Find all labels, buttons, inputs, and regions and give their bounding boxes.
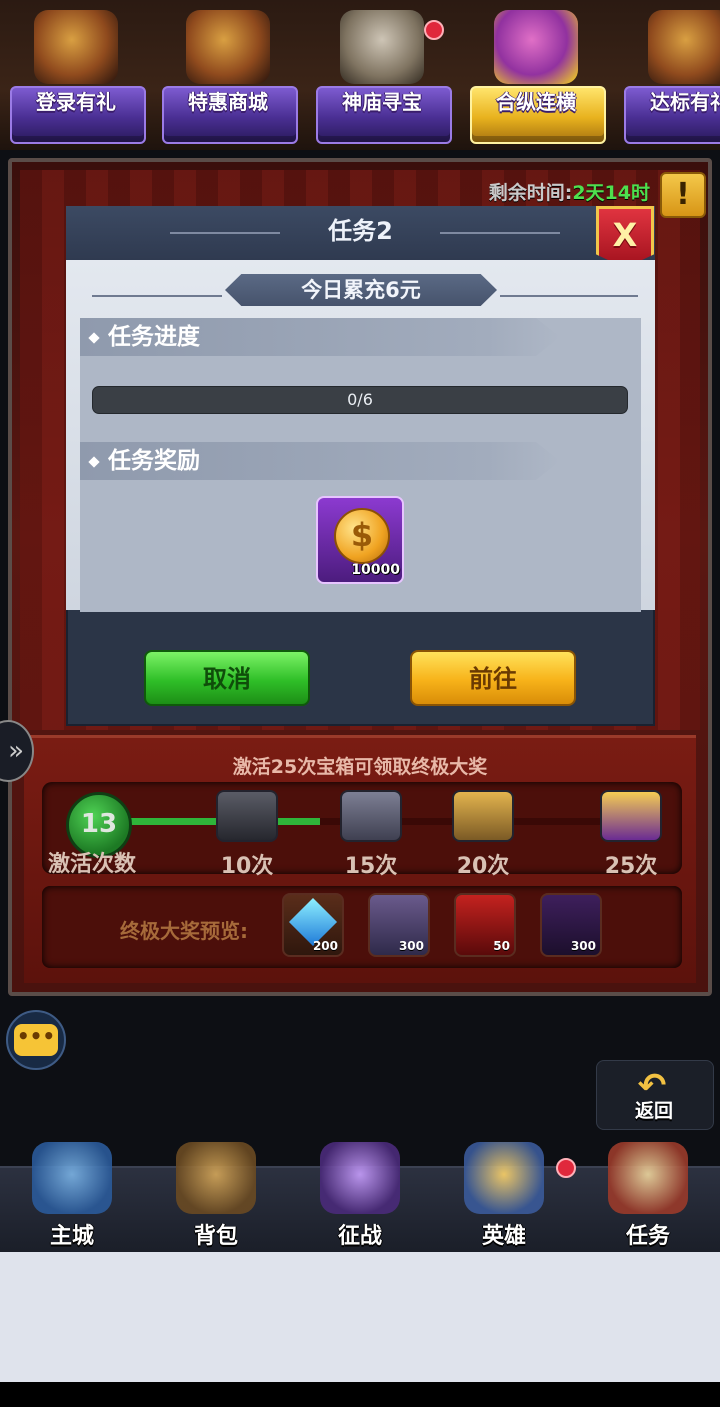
nav-label: 征战 [337, 1224, 382, 1249]
temple-icon [340, 10, 424, 84]
system-bar [0, 1382, 720, 1407]
prize-amount: 50 [493, 939, 510, 953]
treasure-chest-icon [186, 10, 270, 84]
prize-amount: 300 [570, 939, 596, 953]
subtitle-ornament-right [500, 295, 638, 297]
scroll-icon [648, 10, 720, 84]
milestone-label: 20次 [456, 854, 510, 879]
dragon-portal-icon [320, 1142, 400, 1214]
bullet-icon [88, 455, 100, 468]
tab-alliance[interactable]: 合纵连横 [466, 0, 606, 145]
milestone-25[interactable]: 25次 [586, 790, 676, 880]
backpack-chest-icon [176, 1142, 256, 1214]
tab-label: 神庙寻宝 [342, 90, 422, 114]
progress-section-title: 任务进度 [88, 318, 200, 356]
nav-label: 任务 [625, 1224, 670, 1249]
back-arrow-icon: ↶ [637, 1066, 667, 1106]
magic-chest-icon [494, 10, 578, 84]
nav-label: 背包 [193, 1224, 238, 1249]
nav-main-city[interactable]: 主城 [2, 1142, 142, 1250]
notification-dot [556, 1158, 576, 1178]
nav-backpack[interactable]: 背包 [146, 1142, 286, 1250]
timer-label: 剩余时间: [488, 182, 573, 204]
nav-tasks[interactable]: 任务 [578, 1142, 718, 1250]
tab-label: 达标有礼 [650, 90, 720, 114]
event-hint: 激活25次宝箱可领取终极大奖 [232, 756, 488, 778]
prize-card-pack[interactable]: 300 [368, 893, 430, 957]
cancel-button[interactable]: 取消 [144, 650, 310, 706]
tab-milestone-gift[interactable]: 达标有礼 [620, 0, 720, 145]
reward-section-title: 任务奖励 [88, 442, 200, 480]
castle-icon [32, 1142, 112, 1214]
prize-diamond[interactable]: 200 [282, 893, 344, 957]
gold-chest-icon [452, 790, 514, 842]
royal-chest-icon [600, 790, 662, 842]
nav-label: 英雄 [481, 1224, 526, 1249]
prize-hero-shard[interactable]: 50 [454, 893, 516, 957]
tab-special-shop[interactable]: 特惠商城 [158, 0, 298, 145]
info-button[interactable]: ! [660, 172, 706, 218]
prize-amount: 300 [398, 939, 424, 953]
gift-box-icon [34, 10, 118, 84]
tab-label: 合纵连横 [496, 90, 576, 114]
milestone-15[interactable]: 15次 [326, 790, 416, 880]
bullet-icon [88, 331, 100, 344]
close-icon[interactable]: X [596, 210, 654, 260]
task-progress-text: 0/6 [347, 390, 373, 409]
tab-label: 特惠商城 [188, 90, 268, 114]
milestone-10[interactable]: 10次 [202, 790, 292, 880]
modal-title: 任务2 [328, 217, 393, 245]
reward-section-label: 任务奖励 [108, 448, 200, 474]
prize-beetle-relic[interactable]: 300 [540, 893, 602, 957]
grand-prize-preview-label: 终极大奖预览: [120, 919, 248, 943]
chat-bubble-icon[interactable]: ••• [14, 1024, 58, 1056]
progress-section-label: 任务进度 [108, 324, 200, 350]
nav-campaign[interactable]: 征战 [290, 1142, 430, 1250]
system-area [0, 1252, 720, 1382]
nav-heroes[interactable]: 英雄 [434, 1142, 574, 1250]
activation-count-label: 激活次数 [48, 852, 137, 877]
go-button[interactable]: 前往 [410, 650, 576, 706]
milestone-label: 25次 [604, 854, 658, 879]
nav-label: 主城 [49, 1224, 94, 1249]
countdown-timer: 剩余时间:2天14时 [489, 178, 650, 205]
timer-value: 2天14时 [572, 182, 650, 204]
milestone-label: 10次 [220, 854, 274, 879]
back-label: 返回 [634, 1100, 673, 1122]
milestone-label: 15次 [344, 854, 398, 879]
tab-login-gift[interactable]: 登录有礼 [6, 0, 146, 145]
notification-dot [424, 20, 444, 40]
scroll-icon [608, 1142, 688, 1214]
gold-coin-icon: $ [334, 508, 390, 564]
subtitle-ornament-left [92, 295, 222, 297]
prize-amount: 200 [312, 939, 338, 953]
task-subtitle: 今日累充6元 [301, 278, 421, 302]
tab-label: 登录有礼 [36, 90, 116, 114]
hero-helmet-icon [464, 1142, 544, 1214]
milestone-20[interactable]: 20次 [438, 790, 528, 880]
reward-amount: 10000 [351, 562, 400, 578]
silver-chest-icon [340, 790, 402, 842]
iron-chest-icon [216, 790, 278, 842]
